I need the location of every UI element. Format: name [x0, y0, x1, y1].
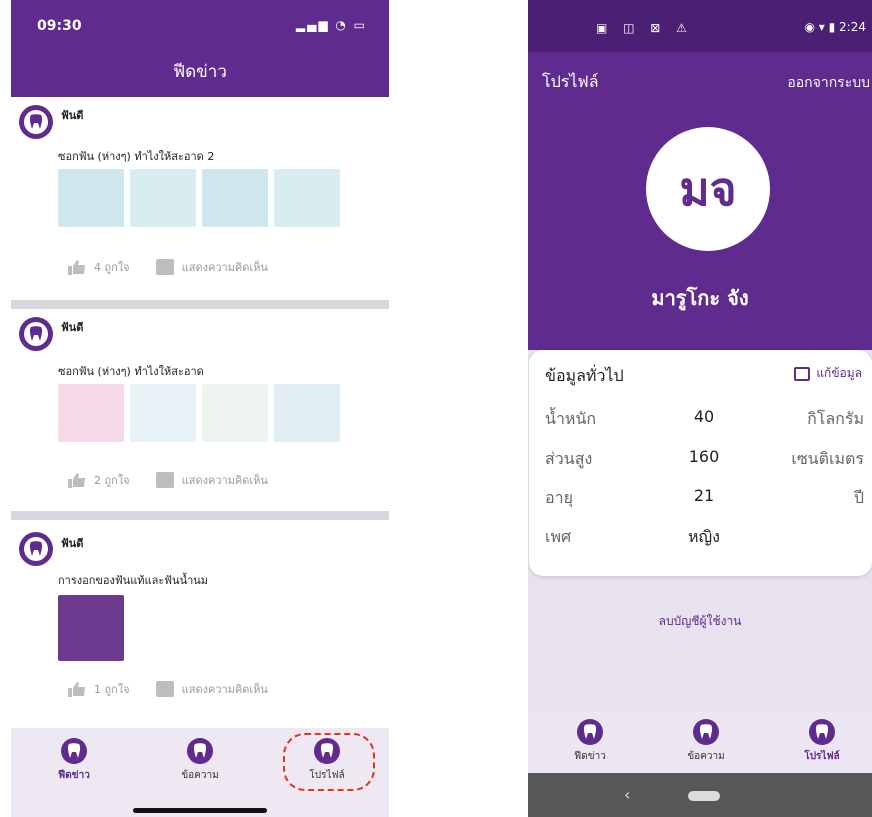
- post-actions: 1 ถูกใจ แสดงความคิดเห็น: [68, 680, 268, 698]
- info-row-age: อายุ 21 ปี: [529, 486, 872, 510]
- row-label: ส่วนสูง: [545, 449, 593, 468]
- android-nav-bar: ‹: [528, 773, 872, 817]
- comment-link[interactable]: แสดงความคิดเห็น: [182, 680, 268, 698]
- status-time: ◉ ▾ ▮ 2:24: [804, 20, 867, 34]
- tab-label: ข้อความ: [181, 770, 219, 781]
- like-count[interactable]: 1 ถูกใจ: [94, 680, 130, 698]
- tab-label: ฟีดข่าว: [574, 751, 606, 762]
- feed-post[interactable]: ฟันดี ซอกฟัน (ห่างๆ) ทำไงให้สะอาด 2 ถูกใ…: [11, 309, 389, 511]
- post-image[interactable]: [274, 384, 340, 442]
- tab-profile[interactable]: โปรไฟล์: [782, 719, 862, 764]
- row-unit: เซนติเมตร: [791, 449, 864, 468]
- post-actions: 2 ถูกใจ แสดงความคิดเห็น: [68, 471, 268, 489]
- tab-label: ฟีดข่าว: [58, 770, 90, 781]
- tooth-icon: [29, 326, 43, 341]
- tooth-icon: [809, 719, 835, 745]
- post-image[interactable]: [202, 384, 268, 442]
- author-avatar[interactable]: [19, 317, 53, 351]
- like-count[interactable]: 2 ถูกใจ: [94, 471, 130, 489]
- post-image[interactable]: [202, 169, 268, 227]
- tab-messages[interactable]: ข้อความ: [160, 738, 240, 783]
- comment-icon[interactable]: [155, 259, 174, 275]
- post-actions: 4 ถูกใจ แสดงความคิดเห็น: [68, 258, 268, 276]
- row-value: 160: [688, 447, 720, 466]
- row-unit: กิโลกรัม: [807, 409, 864, 428]
- post-author: ฟันดี: [61, 321, 84, 334]
- author-avatar[interactable]: [19, 532, 53, 566]
- edit-label: แก้ข้อมูล: [816, 366, 862, 380]
- row-value: หญิง: [688, 527, 720, 546]
- edit-icon: [794, 366, 811, 381]
- page-title: โปรไฟล์: [542, 72, 599, 91]
- info-row-gender: เพศ หญิง: [529, 525, 872, 549]
- info-row-weight: น้ำหนัก 40 กิโลกรัม: [529, 407, 872, 431]
- tab-label: ข้อความ: [687, 751, 725, 762]
- post-author: ฟันดี: [61, 109, 84, 122]
- card-title: ข้อมูลทั่วไป: [545, 366, 624, 385]
- page-title: ฟีดข่าว: [173, 62, 227, 82]
- tab-feed[interactable]: ฟีดข่าว: [550, 719, 630, 764]
- edit-profile-button[interactable]: แก้ข้อมูล: [794, 364, 862, 383]
- logout-button[interactable]: ออกจากระบบ: [787, 72, 870, 94]
- delete-account-link[interactable]: ลบบัญชีผู้ใช้งาน: [528, 612, 872, 631]
- info-row-height: ส่วนสูง 160 เซนติเมตร: [529, 447, 872, 471]
- profile-screen: ▣ ◫ ⊠ ⚠ ◉ ▾ ▮ 2:24 โปรไฟล์ ออกจากระบบ มจ…: [528, 0, 872, 817]
- post-caption: ซอกฟัน (ห่างๆ) ทำไงให้สะอาด: [58, 365, 204, 378]
- profile-info-card: ข้อมูลทั่วไป แก้ข้อมูล น้ำหนัก 40 กิโลกร…: [529, 350, 872, 576]
- avatar-initials: มจ: [679, 161, 737, 216]
- post-image[interactable]: [130, 169, 196, 227]
- tooth-icon: [29, 114, 43, 129]
- post-images[interactable]: [58, 384, 340, 444]
- username: มารูโกะ จัง: [651, 286, 749, 310]
- post-image[interactable]: [130, 384, 196, 442]
- feed-post[interactable]: ฟันดี ซอกฟัน (ห่างๆ) ทำไงให้สะอาด 2 4 ถู…: [11, 97, 389, 300]
- comment-icon[interactable]: [155, 681, 174, 697]
- status-icons: ▂▄▆ ◔ ▭: [295, 18, 367, 32]
- tooth-icon: [29, 541, 43, 556]
- home-icon[interactable]: [688, 791, 720, 801]
- feed-post[interactable]: ฟันดี การงอกของฟันแท้และฟันน้ำนม 1 ถูกใจ…: [11, 520, 389, 728]
- comment-link[interactable]: แสดงความคิดเห็น: [182, 258, 268, 276]
- post-image[interactable]: [58, 384, 124, 442]
- post-image[interactable]: [58, 169, 124, 227]
- row-value: 40: [693, 407, 715, 426]
- notification-icons: ▣ ◫ ⊠ ⚠: [596, 21, 693, 35]
- row-unit: ปี: [853, 488, 864, 507]
- thumbs-up-icon[interactable]: [68, 259, 86, 275]
- post-author: ฟันดี: [61, 537, 84, 550]
- status-bar: 09:30 ▂▄▆ ◔ ▭: [11, 0, 389, 52]
- like-count[interactable]: 4 ถูกใจ: [94, 258, 130, 276]
- post-image[interactable]: [58, 595, 124, 661]
- tab-feed[interactable]: ฟีดข่าว: [34, 738, 114, 783]
- tooth-icon: [61, 738, 87, 764]
- tooth-icon: [693, 719, 719, 745]
- tooth-icon: [577, 719, 603, 745]
- tooth-icon: [187, 738, 213, 764]
- comment-link[interactable]: แสดงความคิดเห็น: [182, 471, 268, 489]
- post-images[interactable]: [58, 169, 340, 229]
- thumbs-up-icon[interactable]: [68, 681, 86, 697]
- highlight-annotation: [283, 733, 375, 791]
- thumbs-up-icon[interactable]: [68, 472, 86, 488]
- row-value: 21: [693, 486, 715, 505]
- tab-messages[interactable]: ข้อความ: [666, 719, 746, 764]
- back-icon[interactable]: ‹: [624, 785, 630, 804]
- status-time: 09:30: [37, 18, 82, 34]
- home-indicator[interactable]: [133, 808, 267, 813]
- post-images[interactable]: [58, 595, 124, 661]
- avatar[interactable]: มจ: [646, 127, 770, 251]
- comment-icon[interactable]: [155, 472, 174, 488]
- author-avatar[interactable]: [19, 105, 53, 139]
- feed-appbar: ฟีดข่าว: [11, 52, 389, 97]
- post-caption: การงอกของฟันแท้และฟันน้ำนม: [58, 574, 209, 587]
- post-image[interactable]: [274, 169, 340, 227]
- post-caption: ซอกฟัน (ห่างๆ) ทำไงให้สะอาด 2: [58, 150, 215, 163]
- row-label: อายุ: [545, 488, 573, 507]
- status-bar: ▣ ◫ ⊠ ⚠ ◉ ▾ ▮ 2:24: [528, 0, 872, 52]
- feed-screen: 09:30 ▂▄▆ ◔ ▭ ฟีดข่าว ฟันดี ซอกฟัน (ห่าง…: [11, 0, 389, 817]
- bottom-tab-bar: ฟีดข่าว ข้อความ โปรไฟล์: [528, 711, 872, 773]
- row-label: น้ำหนัก: [545, 409, 597, 428]
- tab-label: โปรไฟล์: [804, 751, 840, 762]
- row-label: เพศ: [545, 527, 572, 546]
